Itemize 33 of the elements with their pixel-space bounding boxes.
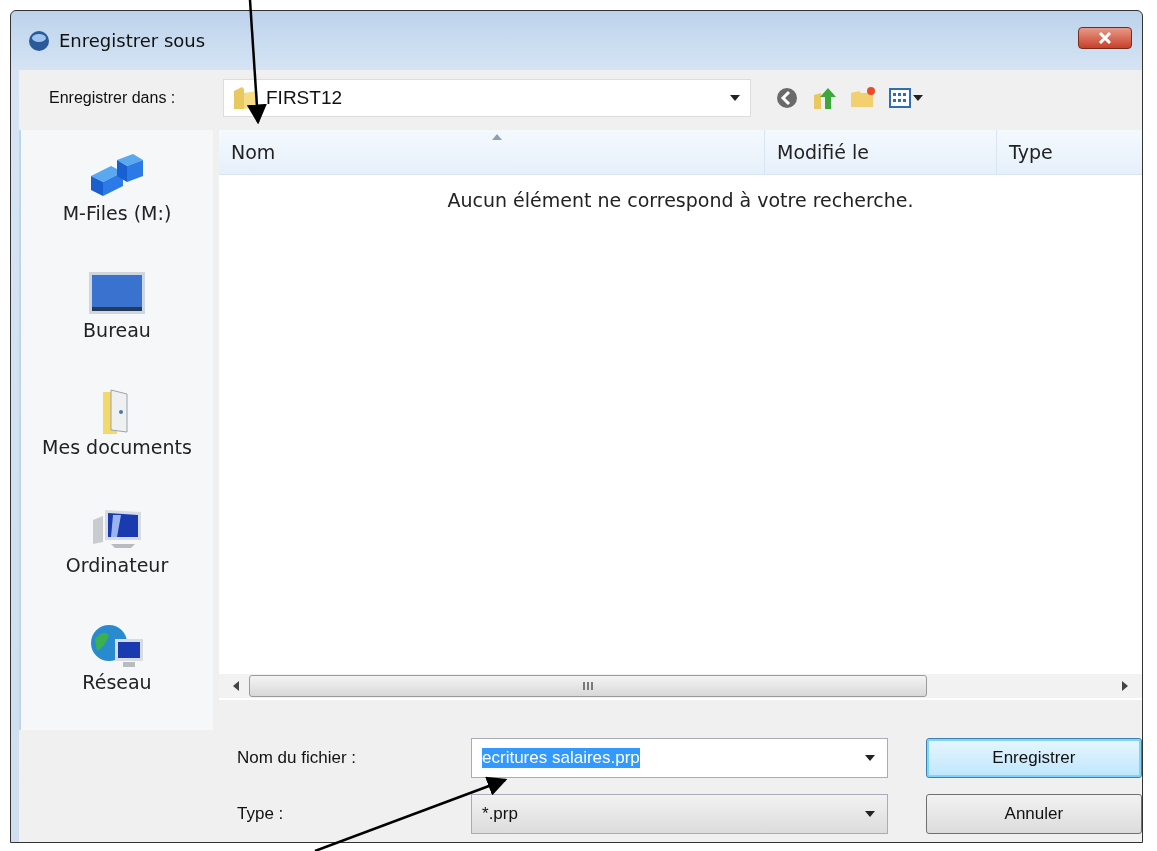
window-title: Enregistrer sous — [59, 30, 207, 51]
grid-icon — [889, 88, 911, 108]
caret-icon — [864, 811, 875, 817]
file-name-label: Nom du fichier : — [237, 748, 358, 768]
horizontal-scrollbar[interactable] — [219, 674, 1142, 698]
file-type-dropdown[interactable]: *.prp — [471, 794, 888, 834]
app-icon — [27, 28, 51, 53]
left-arrow-icon — [233, 681, 239, 691]
back-icon[interactable] — [775, 86, 799, 110]
place-item[interactable]: Réseau — [82, 620, 152, 730]
views-menu-button[interactable] — [889, 88, 923, 108]
file-type-label: Type : — [237, 804, 285, 824]
place-item[interactable]: M-Files (M:) — [62, 152, 172, 262]
caret-icon — [730, 95, 740, 101]
caret-icon — [864, 755, 875, 761]
column-header[interactable]: Type — [997, 130, 1142, 174]
location-dropdown[interactable]: FIRST12 — [223, 79, 751, 117]
right-arrow-icon — [1122, 681, 1128, 691]
place-item[interactable]: Mes documents — [42, 386, 192, 496]
close-icon — [1098, 32, 1112, 44]
sort-caret-icon — [491, 134, 502, 140]
place-item[interactable]: Ordinateur — [65, 503, 169, 613]
save-button[interactable]: Enregistrer — [925, 738, 1142, 778]
location-label: Enregistrer dans : — [49, 89, 177, 107]
column-header[interactable]: Modifié le — [765, 130, 997, 174]
column-header[interactable]: Nom — [219, 130, 765, 174]
empty-message: Aucun élément ne correspond à votre recherche. — [447, 189, 914, 211]
close-button[interactable] — [1078, 27, 1132, 49]
caret-icon — [913, 95, 923, 101]
cancel-button[interactable]: Annuler — [925, 794, 1142, 834]
scrollbar-thumb[interactable] — [249, 675, 927, 697]
grip-icon — [582, 682, 594, 690]
place-item[interactable]: Bureau — [83, 269, 151, 379]
